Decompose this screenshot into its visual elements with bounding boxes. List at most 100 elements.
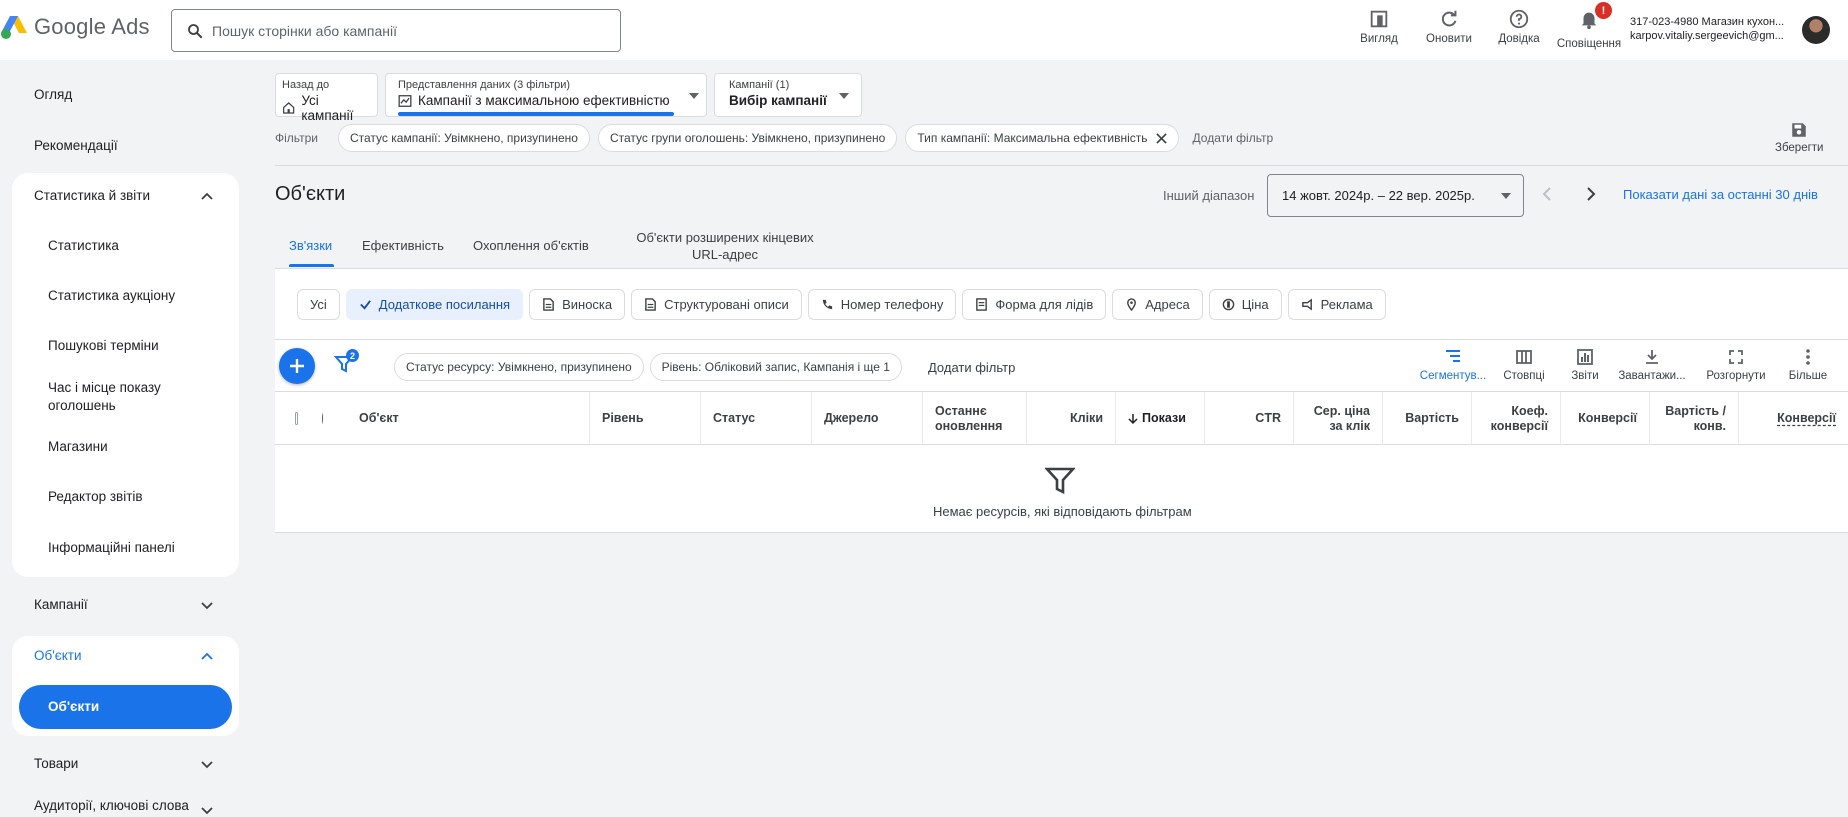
tab-asset-coverage[interactable]: Охоплення об'єктів (473, 237, 589, 254)
asset-type-price[interactable]: Ціна (1208, 289, 1282, 320)
asset-type-all[interactable]: Усі (297, 289, 340, 320)
asset-type-sitelink[interactable]: Додаткове посилання (345, 289, 524, 320)
sidebar-item-stores[interactable]: Магазини (48, 438, 108, 456)
column-header-level[interactable]: Рівень (590, 392, 701, 445)
notifications-button[interactable]: ! Сповіщення (1554, 2, 1624, 50)
data-view-selector[interactable]: Представлення даних (3 фільтри) Кампанії… (385, 73, 707, 117)
sidebar-item-campaigns[interactable]: Кампанії (34, 597, 88, 612)
check-icon (359, 300, 371, 310)
chevron-down-icon[interactable] (201, 600, 213, 612)
asset-type-structured-snippet[interactable]: Структуровані описи (631, 289, 802, 320)
filter-chip-adgroup-status[interactable]: Статус групи оголошень: Увімкнено, призу… (597, 124, 898, 152)
column-header-avg-cpc[interactable]: Сер. ціна за клік (1294, 392, 1383, 445)
sidebar-item-audiences[interactable]: Аудиторії, ключові слова (34, 798, 189, 813)
column-header-conversions[interactable]: Конверсії (1561, 392, 1650, 445)
column-header-conversions-2[interactable]: Конверсії (1739, 392, 1848, 445)
price-icon (1222, 298, 1234, 311)
account-info[interactable]: 317-023-4980 Магазин кухон... karpov.vit… (1630, 15, 1784, 43)
column-header-impressions-label: Покази (1142, 411, 1186, 425)
save-button[interactable]: Зберегти (1775, 121, 1823, 154)
more-button[interactable]: Більше (1778, 348, 1838, 382)
column-header-status[interactable]: Статус (701, 392, 812, 445)
search-icon (188, 23, 203, 38)
sidebar-item-products[interactable]: Товари (34, 756, 78, 771)
filter-chip-resource-status[interactable]: Статус ресурсу: Увімкнено, призупинено (394, 353, 644, 381)
table-filter-chips: Статус ресурсу: Увімкнено, призупинено Р… (394, 353, 1015, 381)
column-header-ctr[interactable]: CTR (1205, 392, 1294, 445)
expand-button[interactable]: Розгорнути (1694, 348, 1778, 382)
chevron-down-icon (689, 93, 699, 99)
tab-performance[interactable]: Ефективність (362, 237, 444, 254)
callout-icon (543, 298, 554, 311)
column-header-clicks[interactable]: Кліки (1027, 392, 1116, 445)
back-to-all-campaigns[interactable]: Назад до Усі кампанії (275, 73, 378, 123)
column-header-last-updated[interactable]: Останнє оновлення (923, 392, 1027, 445)
avatar[interactable] (1802, 16, 1830, 44)
close-icon[interactable] (1155, 132, 1167, 144)
appearance-label: Вигляд (1360, 33, 1398, 45)
reports-button[interactable]: Звіти (1560, 348, 1610, 382)
sidebar-item-report-editor[interactable]: Редактор звітів (48, 488, 143, 506)
asset-type-chips: Усі Додаткове посилання Виноска Структур… (297, 289, 1386, 320)
help-icon (1509, 9, 1529, 29)
save-label: Зберегти (1775, 142, 1824, 154)
download-button[interactable]: Завантажи... (1610, 348, 1694, 382)
structured-snippet-icon (645, 298, 656, 311)
column-header-impressions[interactable]: Покази (1116, 392, 1205, 445)
table-filter-button[interactable]: 2 (333, 349, 359, 379)
asset-type-label: Усі (310, 297, 327, 312)
chevron-down-icon[interactable] (201, 805, 213, 817)
tab-links[interactable]: Зв'язки (289, 237, 332, 254)
google-ads-logo[interactable]: Google Ads (0, 14, 150, 40)
asset-type-label: Форма для лідів (995, 297, 1094, 312)
column-header-cost[interactable]: Вартість (1383, 392, 1472, 445)
sidebar-item-recommendations[interactable]: Рекомендації (34, 138, 118, 153)
select-all-checkbox[interactable] (295, 412, 298, 425)
sidebar-item-statistics[interactable]: Статистика (48, 237, 119, 255)
filter-chip-text: Статус кампанії: Увімкнено, призупинено (349, 131, 578, 145)
date-range-picker[interactable]: 14 жовт. 2024р. – 22 вер. 2025р. (1267, 174, 1524, 217)
refresh-button[interactable]: Оновити (1414, 8, 1484, 50)
column-header-source[interactable]: Джерело (812, 392, 923, 445)
asset-type-promotion[interactable]: Реклама (1287, 289, 1386, 320)
chevron-right-icon[interactable] (1583, 186, 1599, 202)
show-last-30-days-link[interactable]: Показати дані за останні 30 днів (1623, 187, 1818, 202)
help-button[interactable]: Довідка (1484, 8, 1554, 50)
plus-icon (290, 359, 304, 373)
columns-button[interactable]: Стовпці (1488, 348, 1560, 382)
chevron-down-icon[interactable] (201, 759, 213, 771)
sidebar-group-assets-title[interactable]: Об'єкти (34, 648, 81, 663)
asset-type-location[interactable]: Адреса (1112, 289, 1203, 320)
data-view-value: Кампанії з максимальною ефективністю (418, 93, 670, 108)
asset-type-label: Структуровані описи (664, 297, 789, 312)
sidebar-group-stats-title[interactable]: Статистика й звіти (34, 188, 150, 203)
sidebar-item-overview[interactable]: Огляд (34, 87, 72, 102)
asset-type-callout[interactable]: Виноска (529, 289, 626, 320)
add-asset-button[interactable] (279, 348, 315, 384)
promotion-icon (1301, 298, 1312, 311)
sidebar-item-auction-insights[interactable]: Статистика аукціону (48, 287, 175, 305)
filter-chip-level[interactable]: Рівень: Обліковий запис, Кампанія і ще 1 (649, 353, 902, 381)
sidebar-item-search-terms[interactable]: Пошукові терміни (48, 337, 159, 355)
column-header-cost-per-conv[interactable]: Вартість / конв. (1650, 392, 1739, 445)
sidebar-item-when-where[interactable]: Час і місце показу оголошень (48, 379, 208, 415)
segment-label: Сегментув... (1419, 370, 1487, 382)
column-header-conv-rate[interactable]: Коеф. конверсії (1472, 392, 1561, 445)
campaign-selector[interactable]: Кампанії (1) Вибір кампанії (714, 73, 862, 117)
search-input[interactable]: Пошук сторінки або кампанії (171, 9, 621, 52)
segment-button[interactable]: Сегментув... (1418, 348, 1488, 382)
add-filter-link[interactable]: Додати фільтр (1193, 131, 1274, 145)
appearance-button[interactable]: Вигляд (1344, 8, 1414, 50)
chevron-up-icon[interactable] (201, 190, 213, 202)
asset-type-lead-form[interactable]: Форма для лідів (962, 289, 1107, 320)
chevron-left-icon[interactable] (1539, 186, 1555, 202)
chevron-up-icon[interactable] (201, 650, 213, 662)
sidebar-item-dashboards[interactable]: Інформаційні панелі (48, 539, 175, 557)
tab-final-url-assets[interactable]: Об'єкти розширених кінцевих URL-адрес (624, 229, 826, 263)
filter-chip-campaign-status[interactable]: Статус кампанії: Увімкнено, призупинено (337, 124, 590, 152)
add-table-filter-link[interactable]: Додати фільтр (928, 360, 1015, 375)
filter-chip-campaign-type[interactable]: Тип кампанії: Максимальна ефективність (905, 124, 1179, 152)
divider (275, 165, 1848, 166)
asset-type-phone[interactable]: Номер телефону (807, 289, 957, 320)
column-header-asset[interactable]: Об'єкт (347, 392, 590, 445)
